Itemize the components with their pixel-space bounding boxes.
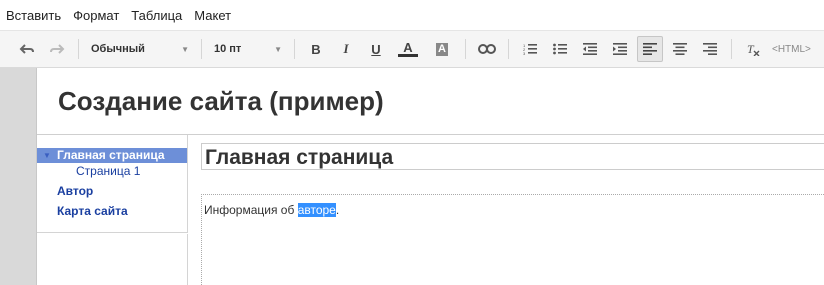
menu-bar: Вставить Формат Таблица Макет (0, 0, 824, 30)
insert-link-button[interactable] (474, 36, 500, 62)
undo-button[interactable] (14, 36, 40, 62)
numbered-list-icon: 123 (523, 43, 537, 55)
toolbar-divider (508, 39, 509, 59)
bold-button[interactable]: B (303, 36, 329, 62)
selected-text: авторе (297, 203, 336, 217)
clear-formatting-button[interactable]: T (740, 36, 766, 62)
italic-button[interactable]: I (333, 36, 359, 62)
left-rail (0, 68, 37, 285)
clear-formatting-icon: T (747, 42, 760, 56)
chevron-down-icon: ▼ (274, 44, 282, 54)
menu-layout[interactable]: Макет (194, 8, 231, 23)
bulleted-list-button[interactable] (547, 36, 573, 62)
redo-button[interactable] (44, 36, 70, 62)
text-color-icon: A (403, 40, 413, 55)
bold-icon: B (311, 41, 321, 57)
link-icon (478, 44, 496, 54)
text-color-button[interactable]: A (393, 36, 423, 62)
paragraph-style-select[interactable]: Обычный ▼ (85, 36, 195, 62)
content-text-end: . (335, 203, 340, 217)
toolbar-divider (201, 39, 202, 59)
menu-insert[interactable]: Вставить (6, 8, 61, 23)
indent-icon (613, 43, 627, 55)
align-right-button[interactable] (697, 36, 723, 62)
content-paragraph: Информация об авторе. (204, 203, 339, 217)
sidebar-item-sitemap[interactable]: Карта сайта (37, 202, 187, 222)
align-center-icon (673, 43, 687, 55)
text-color-swatch (398, 54, 418, 57)
numbered-list-button[interactable]: 123 (517, 36, 543, 62)
menu-table[interactable]: Таблица (131, 8, 182, 23)
content-text: Информация об (204, 203, 298, 217)
align-right-icon (703, 43, 717, 55)
sidebar-item-page1[interactable]: Страница 1 (37, 163, 187, 182)
toolbar-divider (465, 39, 466, 59)
content-editor[interactable]: Информация об авторе. (201, 194, 824, 285)
svg-text:T: T (747, 42, 755, 56)
html-mode-button[interactable]: <HTML> (768, 36, 811, 62)
decrease-indent-button[interactable] (577, 36, 603, 62)
site-page: Создание сайта (пример) ▼ Главная страни… (37, 68, 824, 285)
editor-toolbar: Обычный ▼ 10 пт ▼ B I U A A 123 T <HTML> (0, 30, 824, 68)
paragraph-style-value: Обычный (91, 43, 145, 55)
toolbar-divider (78, 39, 79, 59)
page-heading: Главная страница (205, 146, 394, 169)
increase-indent-button[interactable] (607, 36, 633, 62)
highlight-color-icon: A (436, 42, 448, 56)
sidebar-item-author[interactable]: Автор (37, 182, 187, 202)
highlight-color-button[interactable]: A (427, 36, 457, 62)
underline-button[interactable]: U (363, 36, 389, 62)
align-center-button[interactable] (667, 36, 693, 62)
site-title[interactable]: Создание сайта (пример) (58, 86, 384, 117)
undo-icon (19, 44, 34, 54)
chevron-down-icon: ▼ (181, 44, 189, 54)
align-left-button[interactable] (637, 36, 663, 62)
sidebar-nav: ▼ Главная страница Страница 1 Автор Карт… (37, 135, 188, 233)
svg-text:3: 3 (523, 51, 526, 55)
bulleted-list-icon (553, 43, 567, 55)
sidebar-empty-area (37, 234, 188, 285)
italic-icon: I (343, 41, 349, 56)
sidebar-item-home[interactable]: ▼ Главная страница (37, 148, 187, 163)
font-size-select[interactable]: 10 пт ▼ (208, 36, 288, 62)
redo-icon (50, 44, 65, 54)
toolbar-divider (294, 39, 295, 59)
collapse-triangle-icon[interactable]: ▼ (43, 149, 51, 163)
html-mode-label: <HTML> (772, 43, 811, 55)
toolbar-divider (731, 39, 732, 59)
outdent-icon (583, 43, 597, 55)
underline-icon: U (371, 41, 381, 57)
menu-format[interactable]: Формат (73, 8, 119, 23)
sidebar-item-label: Главная страница (57, 148, 165, 162)
font-size-value: 10 пт (214, 43, 242, 55)
page-heading-field[interactable]: Главная страница (201, 143, 824, 170)
align-left-icon (643, 43, 657, 55)
